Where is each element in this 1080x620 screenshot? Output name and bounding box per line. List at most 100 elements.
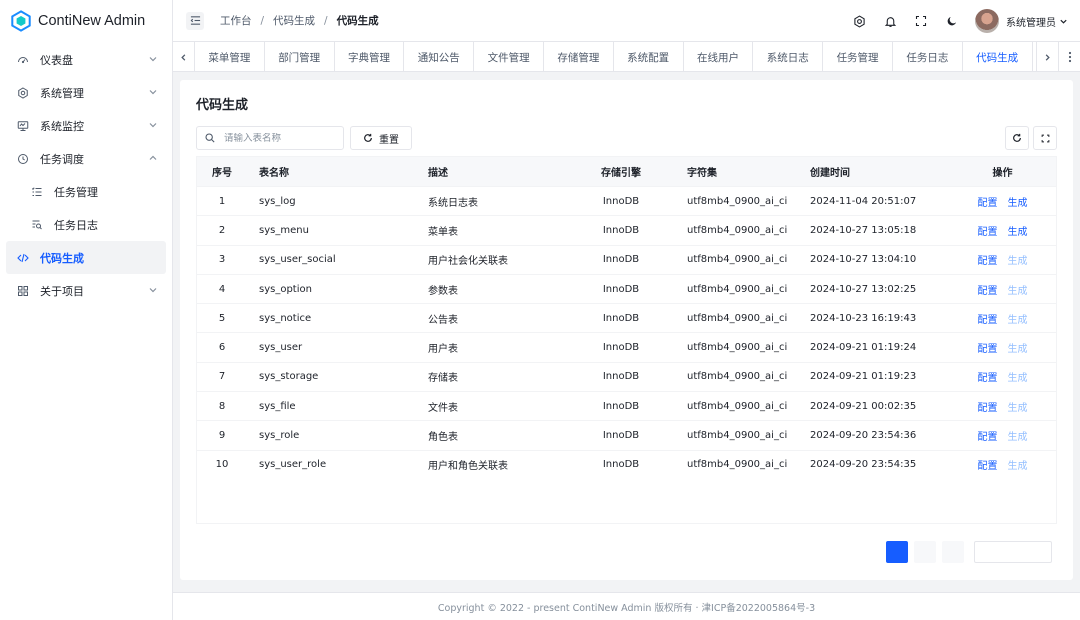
config-link[interactable]: 配置: [978, 227, 998, 238]
table-row: 4 sys_option 参数表 InnoDB utf8mb4_0900_ai_ci 20…: [197, 273, 1056, 303]
cell-created-time: 2024-09-21 01:19:24: [810, 342, 917, 354]
reset-button[interactable]: 重置: [350, 126, 412, 150]
fullscreen-button[interactable]: [914, 14, 928, 28]
page-size-select[interactable]: [974, 541, 1052, 563]
config-link[interactable]: 配置: [978, 373, 998, 384]
cell-index: 1: [218, 195, 226, 207]
sidebar-item-5[interactable]: 任务管理: [6, 175, 166, 208]
sidebar-item-label: 系统监控: [40, 119, 84, 133]
sidebar-item-label: 任务调度: [40, 152, 84, 166]
generate-link: 生成: [1007, 344, 1028, 356]
tab-12[interactable]: 代码生成: [963, 42, 1033, 72]
search-box[interactable]: [196, 126, 344, 150]
tab-11[interactable]: 任务日志: [893, 42, 963, 72]
generate-link[interactable]: 生成: [1008, 227, 1028, 238]
table-row: 1 sys_log 系统日志表 InnoDB utf8mb4_0900_ai_ci 202…: [197, 186, 1056, 215]
column-header-index: 序号: [212, 168, 232, 179]
logo-icon: [11, 10, 31, 32]
tab-1[interactable]: 菜单管理: [195, 42, 265, 72]
config-link[interactable]: 配置: [978, 344, 998, 355]
cell-charset: utf8mb4_0900_ai_ci: [687, 459, 788, 471]
page-button-current[interactable]: [886, 541, 908, 563]
dashboard-icon: [16, 53, 29, 66]
next-page-button[interactable]: [914, 541, 936, 563]
config-link[interactable]: 配置: [978, 256, 998, 267]
cell-description: 用户和角色关联表: [428, 461, 508, 473]
sidebar-item-label: 任务日志: [54, 218, 98, 232]
cell-actions: 配置 生成: [949, 282, 1056, 297]
logo[interactable]: ContiNew Admin: [0, 0, 172, 42]
generate-link: 生成: [1007, 256, 1028, 268]
table-row: 9 sys_role 角色表 InnoDB utf8mb4_0900_ai_ci 2024…: [197, 420, 1056, 449]
tab-8[interactable]: 在线用户: [684, 42, 754, 72]
cell-description: 角色表: [428, 432, 458, 444]
sidebar-item-8[interactable]: 关于项目: [6, 274, 166, 307]
tab-9[interactable]: 系统日志: [753, 42, 824, 72]
cell-index: 8: [218, 400, 226, 412]
cell-charset: utf8mb4_0900_ai_ci: [687, 283, 788, 295]
breadcrumb-item-home[interactable]: 工作台: [220, 13, 252, 28]
gear-icon: [853, 14, 865, 28]
settings-button[interactable]: [852, 14, 866, 28]
cell-charset: utf8mb4_0900_ai_ci: [687, 342, 788, 354]
sidebar-item-2[interactable]: 系统管理: [6, 76, 166, 109]
notification-button[interactable]: [883, 14, 897, 28]
sidebar-item-label: 系统管理: [40, 86, 84, 100]
sidebar-item-1[interactable]: 仪表盘: [6, 43, 166, 76]
cell-engine: InnoDB: [602, 459, 640, 471]
cell-index: 10: [215, 459, 229, 471]
refresh-icon: [364, 133, 372, 142]
theme-toggle-button[interactable]: [945, 14, 959, 28]
config-link[interactable]: 配置: [978, 403, 998, 414]
tab-scroll-right-button[interactable]: [1036, 42, 1058, 72]
tab-scroll-left-button[interactable]: [173, 42, 195, 72]
menu-fold-button[interactable]: [186, 11, 204, 30]
tab-7[interactable]: 系统配置: [614, 42, 684, 72]
top-header: 工作台 / 代码生成 / 代码生成 系统管理员: [173, 0, 1080, 42]
column-header-engine: 存储引擎: [601, 168, 641, 179]
tab-6[interactable]: 存储管理: [544, 42, 614, 72]
avatar[interactable]: [975, 9, 999, 33]
moon-icon: [947, 17, 956, 26]
table-refresh-button[interactable]: [1005, 126, 1029, 150]
table-body: 1 sys_log 系统日志表 InnoDB utf8mb4_0900_ai_ci 202…: [197, 186, 1056, 479]
chevron-down-icon[interactable]: [1059, 17, 1068, 26]
tab-4[interactable]: 通知公告: [404, 42, 475, 72]
tab-2[interactable]: 部门管理: [265, 42, 335, 72]
sidebar-item-3[interactable]: 系统监控: [6, 109, 166, 142]
cell-description: 文件表: [428, 402, 458, 414]
config-link[interactable]: 配置: [978, 315, 998, 326]
user-name[interactable]: 系统管理员: [1006, 14, 1056, 29]
cell-created-time: 2024-09-21 00:02:35: [810, 400, 917, 412]
tab-list: 菜单管理 部门管理 字典管理 通知公告 文件管理 存储管理 系统配置 在线用户 系统日志 任务管理…: [195, 42, 1033, 72]
search-input[interactable]: [224, 132, 334, 144]
bell-icon: [884, 16, 896, 27]
cell-table-name: sys_storage: [259, 371, 319, 383]
config-link[interactable]: 配置: [978, 461, 998, 472]
more-vertical-icon: [1068, 51, 1071, 63]
breadcrumb-item-parent[interactable]: 代码生成: [273, 13, 315, 28]
breadcrumb-item-current: 代码生成: [336, 15, 379, 27]
cell-created-time: 2024-09-20 23:54:36: [810, 430, 917, 442]
sidebar-item-label: 仪表盘: [40, 53, 73, 67]
copyright-text: Copyright © 2022 - present ContiNew Admi…: [437, 602, 816, 614]
sidebar-item-4[interactable]: 任务调度: [6, 142, 166, 175]
table-row: 3 sys_user_social 用户社会化关联表 InnoDB utf8mb4_09…: [197, 244, 1056, 274]
config-link[interactable]: 配置: [978, 198, 998, 209]
sidebar-item-7[interactable]: 代码生成: [6, 241, 166, 274]
last-page-button[interactable]: [942, 541, 964, 563]
sidebar-item-label: 关于项目: [40, 284, 84, 298]
tab-more-button[interactable]: [1058, 42, 1080, 72]
table-fullscreen-button[interactable]: [1033, 126, 1057, 150]
cell-index: 6: [218, 342, 226, 354]
sidebar-item-6[interactable]: 任务日志: [6, 208, 166, 241]
tab-5[interactable]: 文件管理: [474, 42, 544, 72]
config-link[interactable]: 配置: [978, 432, 998, 443]
cell-charset: utf8mb4_0900_ai_ci: [687, 371, 788, 383]
config-link[interactable]: 配置: [978, 286, 998, 297]
tab-3[interactable]: 字典管理: [335, 42, 405, 72]
tab-10[interactable]: 任务管理: [823, 42, 893, 72]
generate-link[interactable]: 生成: [1008, 198, 1028, 209]
column-header-charset: 字符集: [687, 168, 717, 179]
reset-button-label: 重置: [379, 134, 399, 146]
